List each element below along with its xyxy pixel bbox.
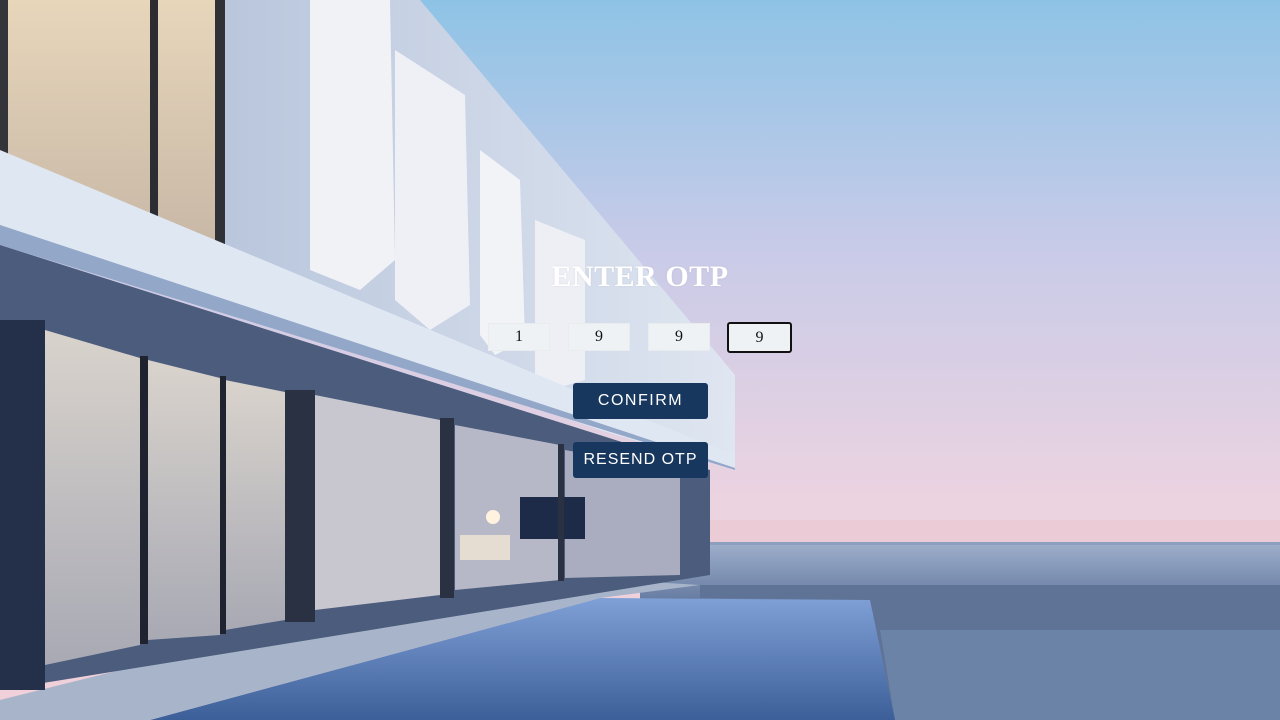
- page-title: ENTER OTP: [551, 260, 729, 293]
- otp-digit-1-input[interactable]: [488, 323, 550, 351]
- otp-digit-2-input[interactable]: [568, 323, 630, 351]
- confirm-button[interactable]: CONFIRM: [573, 383, 708, 419]
- otp-panel: ENTER OTP CONFIRM RESEND OTP: [0, 0, 1280, 720]
- resend-otp-button[interactable]: RESEND OTP: [573, 442, 708, 478]
- otp-digit-4-input[interactable]: [727, 322, 792, 353]
- otp-digit-3-input[interactable]: [648, 323, 710, 351]
